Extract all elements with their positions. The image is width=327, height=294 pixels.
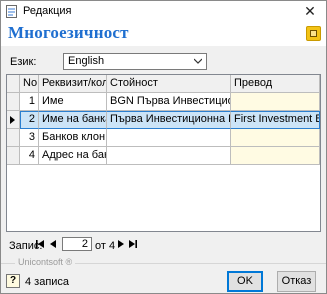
previous-record-icon[interactable] [48, 239, 58, 249]
ok-button[interactable]: OK [227, 271, 263, 292]
cell-no: 1 [20, 93, 39, 111]
cell-no: 4 [20, 147, 39, 165]
column-header-value[interactable]: Стойност [107, 75, 231, 93]
close-icon[interactable]: ✕ [302, 3, 318, 19]
page-title: Многоезичност [8, 23, 129, 42]
cell-translation[interactable] [231, 129, 320, 147]
cell-translation[interactable]: First Investment Bank [231, 111, 320, 129]
translation-grid[interactable]: No. Реквизит/колона Стойност Превод 1 Им… [6, 74, 321, 232]
row-selector[interactable] [7, 129, 20, 147]
cell-translation[interactable] [231, 93, 320, 111]
cell-field: Банков клон [39, 129, 107, 147]
title-bar: Редакция ✕ [1, 1, 326, 22]
dialog-window: Редакция ✕ Многоезичност Език: English N… [0, 0, 327, 294]
cell-value[interactable]: Първа Инвестиционна Банка [107, 111, 231, 129]
row-selector[interactable] [7, 93, 20, 111]
language-label: Език: [10, 56, 37, 68]
column-header-no[interactable]: No. [20, 75, 39, 93]
window-restore-icon[interactable] [306, 26, 321, 41]
chevron-down-icon [194, 58, 202, 64]
current-row-pointer-icon [10, 116, 15, 124]
next-record-icon[interactable] [116, 239, 126, 249]
cell-value[interactable] [107, 129, 231, 147]
language-select[interactable]: English [63, 53, 207, 70]
record-number-input[interactable]: 2 [62, 237, 92, 251]
help-icon[interactable]: ? [6, 274, 20, 288]
last-record-icon[interactable] [128, 239, 138, 249]
window-title: Редакция [23, 5, 72, 17]
cell-value[interactable] [107, 147, 231, 165]
column-header-field[interactable]: Реквизит/колона [39, 75, 107, 93]
document-edit-icon [6, 5, 17, 18]
table-row-selected[interactable]: 2 Име на банка Първа Инвестиционна Банка… [7, 111, 320, 129]
row-selector[interactable] [7, 111, 20, 129]
row-selector[interactable] [7, 147, 20, 165]
cell-translation[interactable] [231, 147, 320, 165]
brand-label: Unicontsoft ® [15, 257, 76, 267]
column-header-translation[interactable]: Превод [231, 75, 320, 93]
language-selected-value: English [68, 55, 105, 67]
cell-no: 2 [20, 111, 39, 129]
cell-field: Име на банка [39, 111, 107, 129]
cell-field: Име [39, 93, 107, 111]
first-record-icon[interactable] [35, 239, 45, 249]
table-row[interactable]: 4 Адрес на банка [7, 147, 320, 165]
grid-header-row: No. Реквизит/колона Стойност Превод [7, 75, 320, 93]
cancel-button[interactable]: Отказ [277, 271, 316, 292]
cell-field: Адрес на банка [39, 147, 107, 165]
record-status-text: 4 записа [25, 276, 70, 288]
record-count-text: от 4 [95, 240, 116, 252]
cell-value[interactable]: BGN Първа Инвестиционна [107, 93, 231, 111]
cell-no: 3 [20, 129, 39, 147]
table-row[interactable]: 1 Име BGN Първа Инвестиционна [7, 93, 320, 111]
row-header-corner [7, 75, 20, 93]
table-row[interactable]: 3 Банков клон [7, 129, 320, 147]
